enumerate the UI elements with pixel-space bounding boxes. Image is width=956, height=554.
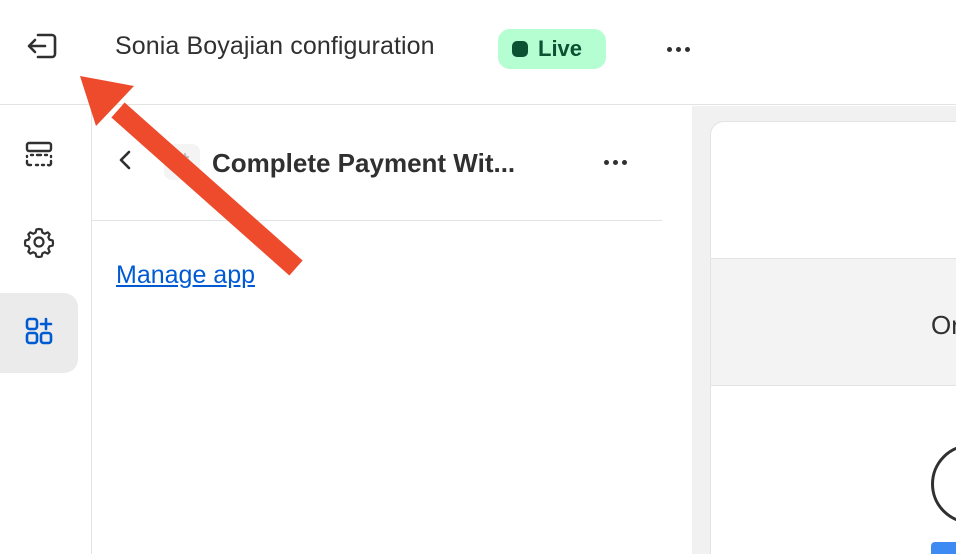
preview-section-text: Or (931, 310, 956, 340)
app-icon (164, 144, 200, 180)
back-button[interactable] (110, 144, 142, 180)
rail-item-apps[interactable] (0, 293, 78, 373)
preview-button (931, 542, 956, 554)
more-horizontal-icon (603, 159, 609, 165)
apps-add-icon (24, 316, 54, 351)
manage-app-link[interactable]: Manage app (116, 261, 255, 290)
preview-frame: Or (710, 121, 956, 554)
status-dot-icon (512, 41, 528, 57)
sections-icon (24, 139, 54, 174)
rail-item-settings[interactable] (0, 204, 78, 284)
more-horizontal-icon (666, 46, 672, 52)
left-rail (0, 106, 92, 554)
top-bar: Sonia Boyajian configuration Live (0, 0, 956, 105)
preview-section: Or (711, 258, 956, 386)
exit-icon (24, 31, 60, 66)
page-title: Sonia Boyajian configuration (115, 32, 435, 60)
more-actions-button[interactable] (655, 30, 701, 68)
preview-canvas: Or (692, 106, 956, 554)
preview-radio-icon (931, 444, 956, 524)
panel-header: Complete Payment Wit... (92, 106, 662, 221)
panel-more-actions-button[interactable] (592, 144, 638, 180)
gear-icon (23, 226, 55, 263)
rail-item-sections[interactable] (0, 116, 78, 196)
chevron-left-icon (116, 148, 136, 177)
status-badge: Live (498, 29, 606, 69)
app-settings-panel: Complete Payment Wit... Manage app (92, 106, 692, 554)
panel-title: Complete Payment Wit... (212, 148, 516, 178)
status-badge-label: Live (538, 36, 583, 61)
exit-button[interactable] (18, 28, 66, 68)
